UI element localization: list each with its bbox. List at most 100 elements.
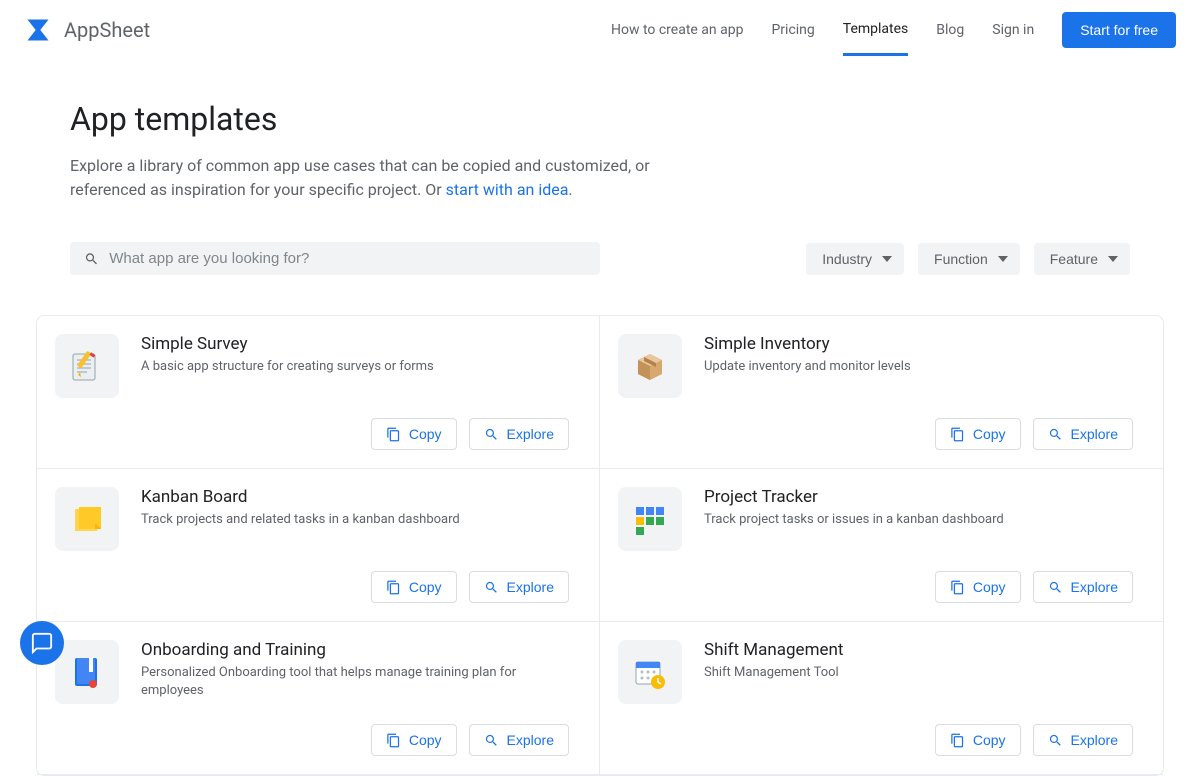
nav-pricing[interactable]: Pricing — [771, 22, 814, 54]
page-title: App templates — [70, 100, 1130, 138]
template-card: Shift Management Shift Management Tool C… — [600, 622, 1163, 775]
start-with-idea-link[interactable]: start with an idea — [446, 180, 569, 199]
page-description: Explore a library of common app use case… — [70, 154, 710, 202]
card-description: Track projects and related tasks in a ka… — [141, 511, 460, 529]
explore-label: Explore — [507, 579, 554, 595]
kanban-grid-icon — [618, 487, 682, 551]
card-title: Shift Management — [704, 640, 843, 660]
explore-button[interactable]: Explore — [469, 571, 569, 603]
copy-icon — [950, 580, 965, 595]
book-bookmark-icon — [55, 640, 119, 704]
nav-templates[interactable]: Templates — [843, 21, 909, 56]
chevron-down-icon — [1108, 256, 1118, 262]
page-desc-post: . — [568, 180, 572, 199]
card-header: Shift Management Shift Management Tool — [618, 640, 1133, 704]
filter-label: Feature — [1050, 251, 1098, 267]
explore-button[interactable]: Explore — [1033, 418, 1133, 450]
card-text: Kanban Board Track projects and related … — [141, 487, 460, 551]
explore-label: Explore — [507, 426, 554, 442]
filter-group: Industry Function Feature — [806, 243, 1130, 275]
copy-button[interactable]: Copy — [935, 418, 1021, 450]
card-text: Simple Inventory Update inventory and mo… — [704, 334, 911, 398]
copy-icon — [386, 733, 401, 748]
card-description: Update inventory and monitor levels — [704, 358, 911, 376]
explore-label: Explore — [507, 732, 554, 748]
search-icon — [1048, 427, 1063, 442]
top-nav: How to create an app Pricing Templates B… — [611, 12, 1176, 48]
box-icon — [618, 334, 682, 398]
template-card: Onboarding and Training Personalized Onb… — [37, 622, 600, 775]
header: AppSheet How to create an app Pricing Te… — [0, 0, 1200, 60]
card-description: Personalized Onboarding tool that helps … — [141, 664, 569, 700]
card-text: Project Tracker Track project tasks or i… — [704, 487, 1004, 551]
nav-blog[interactable]: Blog — [936, 22, 964, 54]
copy-label: Copy — [409, 579, 442, 595]
card-text: Shift Management Shift Management Tool — [704, 640, 843, 704]
brand: AppSheet — [24, 16, 150, 44]
filter-label: Industry — [822, 251, 872, 267]
explore-button[interactable]: Explore — [469, 724, 569, 756]
sticky-notes-icon — [55, 487, 119, 551]
search-icon — [1048, 733, 1063, 748]
template-card: Project Tracker Track project tasks or i… — [600, 469, 1163, 622]
copy-label: Copy — [409, 426, 442, 442]
card-header: Project Tracker Track project tasks or i… — [618, 487, 1133, 551]
card-actions: Copy Explore — [55, 724, 569, 756]
start-for-free-button[interactable]: Start for free — [1062, 12, 1176, 48]
copy-button[interactable]: Copy — [371, 724, 457, 756]
card-text: Simple Survey A basic app structure for … — [141, 334, 434, 398]
search-icon — [484, 733, 499, 748]
template-card: Kanban Board Track projects and related … — [37, 469, 600, 622]
copy-button[interactable]: Copy — [371, 571, 457, 603]
copy-button[interactable]: Copy — [371, 418, 457, 450]
copy-label: Copy — [973, 732, 1006, 748]
search-input[interactable] — [109, 250, 586, 267]
copy-label: Copy — [973, 426, 1006, 442]
appsheet-logo-icon — [24, 16, 52, 44]
search-icon — [484, 580, 499, 595]
nav-how-to-create[interactable]: How to create an app — [611, 22, 743, 54]
function-filter[interactable]: Function — [918, 243, 1020, 275]
card-actions: Copy Explore — [55, 418, 569, 450]
copy-icon — [950, 733, 965, 748]
brand-name: AppSheet — [64, 18, 150, 42]
chat-fab[interactable] — [20, 621, 64, 665]
pencil-paper-icon — [55, 334, 119, 398]
card-description: A basic app structure for creating surve… — [141, 358, 434, 376]
feature-filter[interactable]: Feature — [1034, 243, 1130, 275]
card-title: Simple Inventory — [704, 334, 911, 354]
search-icon — [484, 427, 499, 442]
chevron-down-icon — [882, 256, 892, 262]
card-actions: Copy Explore — [618, 724, 1133, 756]
card-actions: Copy Explore — [55, 571, 569, 603]
explore-label: Explore — [1071, 426, 1118, 442]
card-header: Kanban Board Track projects and related … — [55, 487, 569, 551]
explore-button[interactable]: Explore — [1033, 571, 1133, 603]
copy-label: Copy — [409, 732, 442, 748]
card-actions: Copy Explore — [618, 418, 1133, 450]
copy-icon — [950, 427, 965, 442]
card-title: Kanban Board — [141, 487, 460, 507]
industry-filter[interactable]: Industry — [806, 243, 904, 275]
card-header: Simple Inventory Update inventory and mo… — [618, 334, 1133, 398]
explore-label: Explore — [1071, 732, 1118, 748]
search-box[interactable] — [70, 242, 600, 275]
template-card: Simple Inventory Update inventory and mo… — [600, 316, 1163, 469]
explore-button[interactable]: Explore — [469, 418, 569, 450]
nav-sign-in[interactable]: Sign in — [992, 22, 1034, 54]
template-card: Simple Survey A basic app structure for … — [37, 316, 600, 469]
copy-button[interactable]: Copy — [935, 724, 1021, 756]
card-header: Simple Survey A basic app structure for … — [55, 334, 569, 398]
copy-icon — [386, 580, 401, 595]
copy-label: Copy — [973, 579, 1006, 595]
copy-button[interactable]: Copy — [935, 571, 1021, 603]
explore-button[interactable]: Explore — [1033, 724, 1133, 756]
filter-row: Industry Function Feature — [70, 242, 1130, 275]
filter-label: Function — [934, 251, 988, 267]
template-grid: Simple Survey A basic app structure for … — [36, 315, 1164, 776]
search-icon — [1048, 580, 1063, 595]
copy-icon — [386, 427, 401, 442]
card-text: Onboarding and Training Personalized Onb… — [141, 640, 569, 704]
chevron-down-icon — [998, 256, 1008, 262]
chat-icon — [31, 632, 53, 654]
